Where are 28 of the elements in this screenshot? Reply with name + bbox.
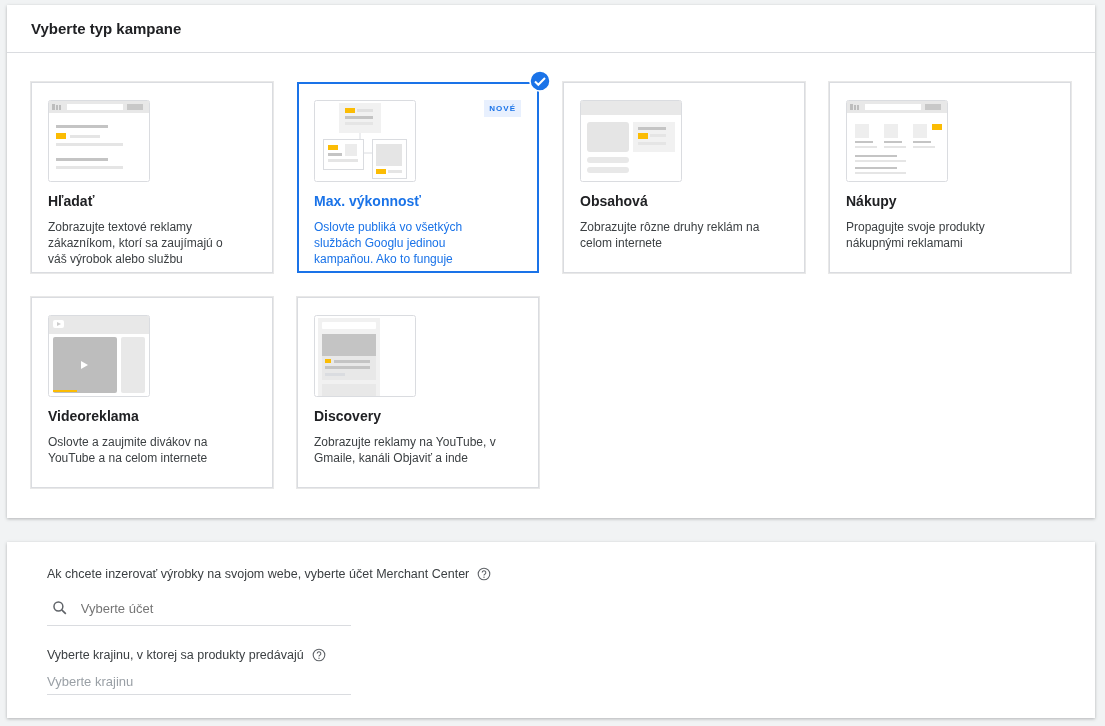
card-description: Propagujte svoje produkty nákupnými reklamami	[846, 219, 986, 251]
card-title: Obsahová	[580, 193, 648, 209]
campaign-card[interactable]: Max. výkonnosť Oslovte publiká vo všetkých službách Googlu jedinou kampaňou. Ako to funguje NOVÉ	[297, 82, 539, 273]
help-icon[interactable]	[477, 567, 492, 581]
card-description: Oslovte publiká vo všetkých službách Googlu jedinou kampaňou. Ako to funguje	[314, 219, 464, 267]
account-search-field[interactable]: Vyberte účet	[80, 600, 351, 616]
campaign-card[interactable]: Nákupy Propagujte svoje produkty nákupnými reklamami	[829, 82, 1071, 273]
card-description: Zobrazujte reklamy na YouTube, v Gmaile, kanáli Objaviť a inde	[314, 434, 497, 466]
card-description: Zobrazujte textové reklamy zákazníkom, ktorí sa zaujímajú o váš výrobok alebo službu	[48, 219, 224, 267]
campaign-card[interactable]: Discovery Zobrazujte reklamy na YouTube, v Gmaile, kanáli Objaviť a inde	[297, 297, 539, 488]
card-description: Oslovte a zaujmite divákov na YouTube a na celom internete	[48, 434, 209, 466]
checkmark-icon	[529, 70, 551, 92]
field-label: Ak chcete inzerovať výrobky na svojom webe, vyberte účet Merchant Center	[47, 567, 470, 581]
card-title: Hľadať	[48, 193, 95, 209]
country-field[interactable]: Vyberte krajinu	[47, 673, 351, 689]
card-title: Videoreklama	[48, 408, 139, 424]
panel-title: Vyberte typ kampane	[7, 5, 1095, 53]
new-badge: NOVÉ	[484, 100, 521, 117]
field-label: Vyberte krajinu, v ktorej sa produkty predávajú	[47, 648, 304, 662]
card-title: Discovery	[314, 408, 381, 424]
campaign-card[interactable]: Videoreklama Oslovte a zaujmite divákov na YouTube a na celom internete	[31, 297, 273, 488]
campaign-card[interactable]: Obsahová Zobrazujte rôzne druhy reklám na celom internete	[563, 82, 805, 273]
card-title: Nákupy	[846, 193, 897, 209]
help-icon[interactable]	[311, 648, 326, 662]
card-title: Max. výkonnosť	[314, 193, 422, 209]
help-link[interactable]: Ako to funguje	[376, 252, 453, 266]
card-description: Zobrazujte rôzne druhy reklám na celom internete	[580, 219, 761, 251]
campaign-card[interactable]: Hľadať Zobrazujte textové reklamy zákazníkom, ktorí sa zaujímajú o váš výrobok alebo službu	[31, 82, 273, 273]
